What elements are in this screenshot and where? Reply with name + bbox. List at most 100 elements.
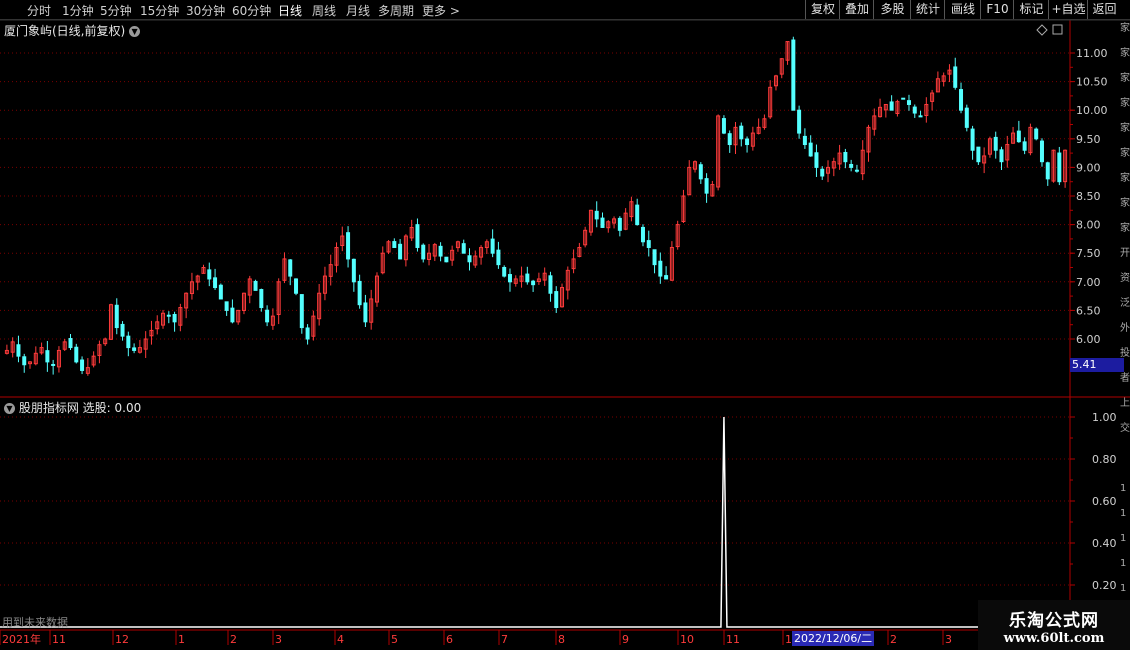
candle-body — [213, 277, 218, 289]
candle-body — [912, 106, 917, 114]
candle-body — [467, 255, 472, 263]
window-icon — [1052, 24, 1063, 35]
y-tick-label: 9.50 — [1076, 133, 1101, 146]
candle-body — [993, 136, 998, 151]
candle-body — [421, 244, 426, 260]
side-glyph: 1 — [1120, 483, 1127, 494]
time-axis-label: 3 — [275, 633, 282, 646]
y-tick-label: 0.40 — [1092, 537, 1117, 550]
candle-body — [820, 168, 825, 177]
y-tick-label: 7.50 — [1076, 247, 1101, 260]
side-glyph: 家 — [1120, 123, 1130, 134]
candle-body — [698, 164, 703, 180]
main-grid — [0, 52, 1070, 340]
candle-body — [45, 350, 50, 363]
candle-body — [444, 256, 449, 263]
candle-body — [265, 309, 270, 323]
candle-body — [964, 107, 969, 128]
time-axis-label: 3 — [945, 633, 952, 646]
time-axis-label: 11 — [726, 633, 740, 646]
side-glyph: 1 — [1120, 583, 1127, 594]
side-glyph: 投 — [1120, 348, 1130, 359]
side-glyph: 资 — [1120, 273, 1130, 284]
candle-body — [496, 249, 501, 266]
candle-body — [745, 138, 750, 146]
candle-body — [259, 289, 264, 309]
candle-body — [1016, 130, 1021, 143]
candle-body — [74, 346, 79, 363]
side-info-column: 家家家家家家家家家开资泛外投者上交11111 — [1120, 21, 1130, 650]
candle-body — [218, 284, 223, 300]
side-glyph: 者 — [1120, 373, 1130, 384]
side-glyph: 家 — [1120, 48, 1130, 59]
candle-body — [727, 133, 732, 146]
time-axis-label: 1 — [178, 633, 185, 646]
candle-body — [814, 152, 819, 168]
candle-body — [502, 266, 507, 277]
candle-body — [554, 291, 559, 309]
candle-body — [918, 115, 923, 118]
time-axis-label: 7 — [501, 633, 508, 646]
candle-body — [22, 356, 27, 366]
candle-body — [507, 274, 512, 283]
chevron-down-icon[interactable]: ▼ — [4, 403, 15, 414]
candle-body — [16, 344, 21, 357]
candle-body — [357, 280, 362, 306]
time-axis-label: 4 — [337, 633, 344, 646]
y-tick-label: 0.80 — [1092, 453, 1117, 466]
side-glyph: 泛 — [1120, 298, 1130, 309]
candle-body — [438, 245, 443, 257]
side-glyph: 家 — [1120, 223, 1130, 234]
future-data-note: 用到未来数据 — [2, 616, 68, 629]
candle-body — [207, 269, 212, 280]
candle-body — [294, 278, 299, 294]
y-tick-label: 7.00 — [1076, 276, 1101, 289]
candle-body — [797, 109, 802, 134]
price-cursor-badge: 5.41 — [1070, 358, 1124, 372]
candle-body — [704, 178, 709, 194]
side-glyph: 家 — [1120, 23, 1130, 34]
candle-body — [1057, 152, 1062, 183]
side-glyph: 上 — [1120, 398, 1130, 409]
side-glyph: 家 — [1120, 73, 1130, 84]
candle-body — [68, 338, 73, 349]
candle-body — [166, 314, 171, 317]
candle-body — [120, 323, 125, 337]
candle-body — [658, 260, 663, 277]
candle-body — [652, 249, 657, 266]
indicator-title-bar: ▼ 股朋指标网 选股: 0.00 — [4, 399, 141, 416]
side-glyph: 家 — [1120, 198, 1130, 209]
time-axis-label: 10 — [680, 633, 694, 646]
stock-chart[interactable]: 11.0010.5010.009.509.008.508.007.507.006… — [0, 0, 1130, 650]
candle-body — [594, 210, 599, 220]
side-glyph: 交 — [1120, 423, 1130, 434]
candlestick-series — [4, 36, 1068, 376]
time-axis-label: 5 — [391, 633, 398, 646]
watermark-logo: 乐淘公式网 www.60lt.com — [978, 600, 1130, 650]
candle-body — [889, 101, 894, 111]
y-tick-label: 1.00 — [1092, 411, 1117, 424]
candle-body — [531, 280, 536, 286]
candle-body — [525, 273, 530, 283]
candle-body — [959, 89, 964, 111]
diamond-icon — [1036, 24, 1063, 36]
candle-body — [976, 146, 981, 163]
time-axis-label: 8 — [558, 633, 565, 646]
candle-body — [288, 259, 293, 277]
candle-body — [664, 275, 669, 280]
candle-body — [253, 280, 258, 291]
side-glyph: 1 — [1120, 508, 1127, 519]
candle-body — [901, 97, 906, 100]
candle-body — [1022, 141, 1027, 151]
candle-body — [802, 135, 807, 146]
candle-body — [970, 128, 975, 151]
y-tick-label: 9.00 — [1076, 161, 1101, 174]
indicator-title: 股朋指标网 选股: 0.00 — [18, 401, 142, 415]
candle-body — [1045, 162, 1050, 180]
main-y-axis: 11.00 10.50 10.00 9.50 9.00 8.50 8.00 7.50 7.00 6… — [1070, 47, 1108, 346]
time-axis-label: 6 — [446, 633, 453, 646]
candle-body — [791, 39, 796, 111]
time-axis-label: 1 — [785, 633, 792, 646]
candle-body — [906, 100, 911, 105]
candle-body — [461, 243, 466, 254]
